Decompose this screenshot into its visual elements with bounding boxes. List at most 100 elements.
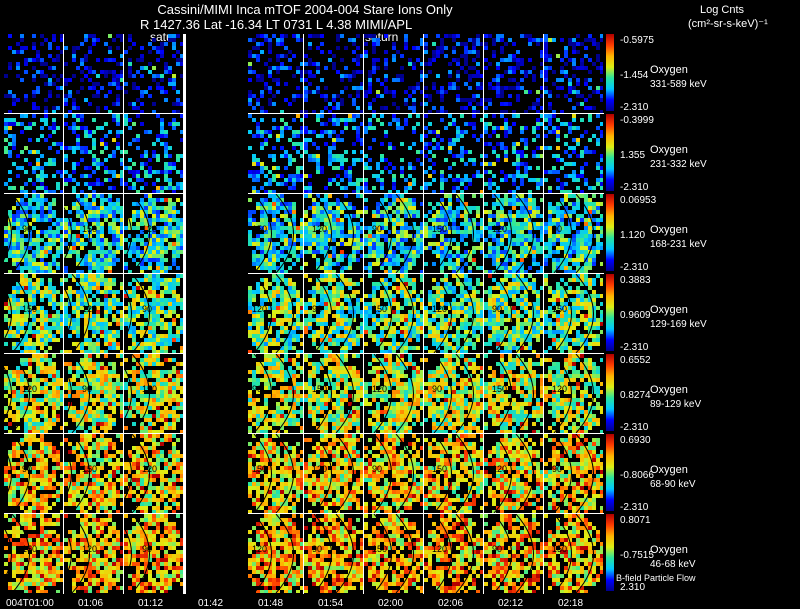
time-tick-label: 004T01:00 xyxy=(6,598,54,609)
colorbar-min: -2.310 xyxy=(620,342,649,353)
colorbar-min: -2.310 xyxy=(620,182,649,193)
contour-label: 120 xyxy=(492,464,507,474)
pitch-angle-image: 120 xyxy=(124,434,183,513)
colorbar-min: -2.310 xyxy=(620,502,649,513)
time-tick-label: 02:18 xyxy=(558,598,584,609)
pitch-angle-image xyxy=(424,34,483,113)
energy-label: 168-231 keV xyxy=(650,239,707,250)
time-tick-label: 01:42 xyxy=(198,598,224,609)
contour-label: 120 xyxy=(252,304,267,314)
colorbar-min: -2.310 xyxy=(620,422,649,433)
pitch-angle-image: 90 xyxy=(484,514,543,593)
colorbar-max: 0.6552 xyxy=(620,355,651,366)
contour-label: 120 xyxy=(312,224,327,234)
colorbar xyxy=(606,274,614,351)
pitch-angle-image: 90 xyxy=(4,194,63,273)
pitch-angle-image: 90 xyxy=(424,354,483,433)
pitch-angle-image: 120 xyxy=(424,514,483,593)
pitch-angle-image: 90 xyxy=(124,274,183,353)
row-divider xyxy=(4,513,604,514)
pitch-angle-image xyxy=(544,34,603,113)
pitch-angle-image: 150 xyxy=(4,514,63,593)
pitch-angle-image: 150 xyxy=(484,354,543,433)
energy-label: 331-589 keV xyxy=(650,79,707,90)
column-divider xyxy=(63,34,64,594)
column-divider xyxy=(423,34,424,594)
pitch-angle-image: 120 xyxy=(484,194,543,273)
colorbar xyxy=(606,34,614,111)
pitch-angle-image: 120 xyxy=(64,274,123,353)
contour-label: 150 xyxy=(252,224,267,234)
contour-label: 90 xyxy=(312,544,322,554)
time-tick-label: 02:12 xyxy=(498,598,524,609)
energy-label: 231-332 keV xyxy=(650,159,707,170)
pitch-angle-image: 120 xyxy=(484,434,543,513)
pitch-angle-image: 150 xyxy=(424,194,483,273)
time-tick-label: 01:12 xyxy=(138,598,164,609)
pitch-angle-image: 120 xyxy=(64,514,123,593)
colorbar-max: 0.3883 xyxy=(620,275,651,286)
contour-label: 120 xyxy=(432,304,447,314)
colorbar-min: 2.310 xyxy=(620,582,646,593)
contour-label: 90 xyxy=(372,224,382,234)
time-tick-label: 01:06 xyxy=(78,598,104,609)
colorbar-max: 0.06953 xyxy=(620,195,657,206)
row-divider xyxy=(4,273,604,274)
pitch-angle-image xyxy=(304,34,363,113)
pitch-angle-image: 120 xyxy=(244,514,303,593)
image-grid: 90 150 120 150 120 90 150 120 90 150 120 90 120 90 150… xyxy=(4,34,604,594)
contour-label: 90 xyxy=(252,384,262,394)
contour-label: 150 xyxy=(492,384,507,394)
colorbar xyxy=(606,114,614,191)
contour-label: 150 xyxy=(432,464,447,474)
pitch-angle-image: 150 xyxy=(364,514,423,593)
column-divider xyxy=(543,34,544,594)
pitch-angle-image: 90 xyxy=(4,434,63,513)
pitch-angle-image: 120 xyxy=(4,354,63,433)
colorbar xyxy=(606,514,614,591)
colorbar-max: -0.5975 xyxy=(620,35,654,46)
pitch-angle-image: 150 xyxy=(64,434,123,513)
time-tick-label: 02:00 xyxy=(378,598,404,609)
species-label: Oxygen xyxy=(650,224,688,236)
species-label: Oxygen xyxy=(650,384,688,396)
pitch-angle-image: 150 xyxy=(124,354,183,433)
contour-label: 120 xyxy=(552,384,567,394)
pitch-angle-image: 90 xyxy=(64,354,123,433)
contour-label: 120 xyxy=(492,224,507,234)
pitch-angle-image xyxy=(4,114,63,193)
column-divider xyxy=(303,34,304,594)
contour-label: 90 xyxy=(82,384,92,394)
pitch-angle-image: 150 xyxy=(424,434,483,513)
species-label: Oxygen xyxy=(650,64,688,76)
contour-label: 150 xyxy=(22,304,37,314)
colorbar-max: -0.3999 xyxy=(620,115,654,126)
pitch-angle-image xyxy=(124,34,183,113)
species-label: Oxygen xyxy=(650,304,688,316)
pitch-angle-image: 90 xyxy=(304,274,363,353)
colorbar-mid: -0.8066 xyxy=(620,470,654,481)
contour-label: 90 xyxy=(22,464,32,474)
pitch-angle-image: 120 xyxy=(424,274,483,353)
colorbar-mid: -1.454 xyxy=(620,70,649,81)
pitch-angle-image: 150 xyxy=(304,354,363,433)
colorbar-max: 0.8071 xyxy=(620,515,651,526)
colorbar-mid: 0.8274 xyxy=(620,390,651,401)
species-label: Oxygen xyxy=(650,464,688,476)
row-divider xyxy=(4,193,604,194)
pitch-angle-image xyxy=(424,114,483,193)
contour-label: 90 xyxy=(432,384,442,394)
pitch-angle-image: 150 xyxy=(364,274,423,353)
pitch-angle-image xyxy=(304,114,363,193)
pitch-angle-image: 90 xyxy=(544,434,603,513)
contour-label: 150 xyxy=(252,464,267,474)
contour-label: 120 xyxy=(22,384,37,394)
row-divider xyxy=(4,353,604,354)
column-divider xyxy=(483,34,484,594)
pitch-angle-image: 150 xyxy=(244,434,303,513)
pitch-angle-image: 90 xyxy=(544,194,603,273)
time-tick-label: 02:06 xyxy=(438,598,464,609)
colorbar-max: 0.6930 xyxy=(620,435,651,446)
time-tick-label: 01:54 xyxy=(318,598,344,609)
pitch-angle-image: 120 xyxy=(304,434,363,513)
